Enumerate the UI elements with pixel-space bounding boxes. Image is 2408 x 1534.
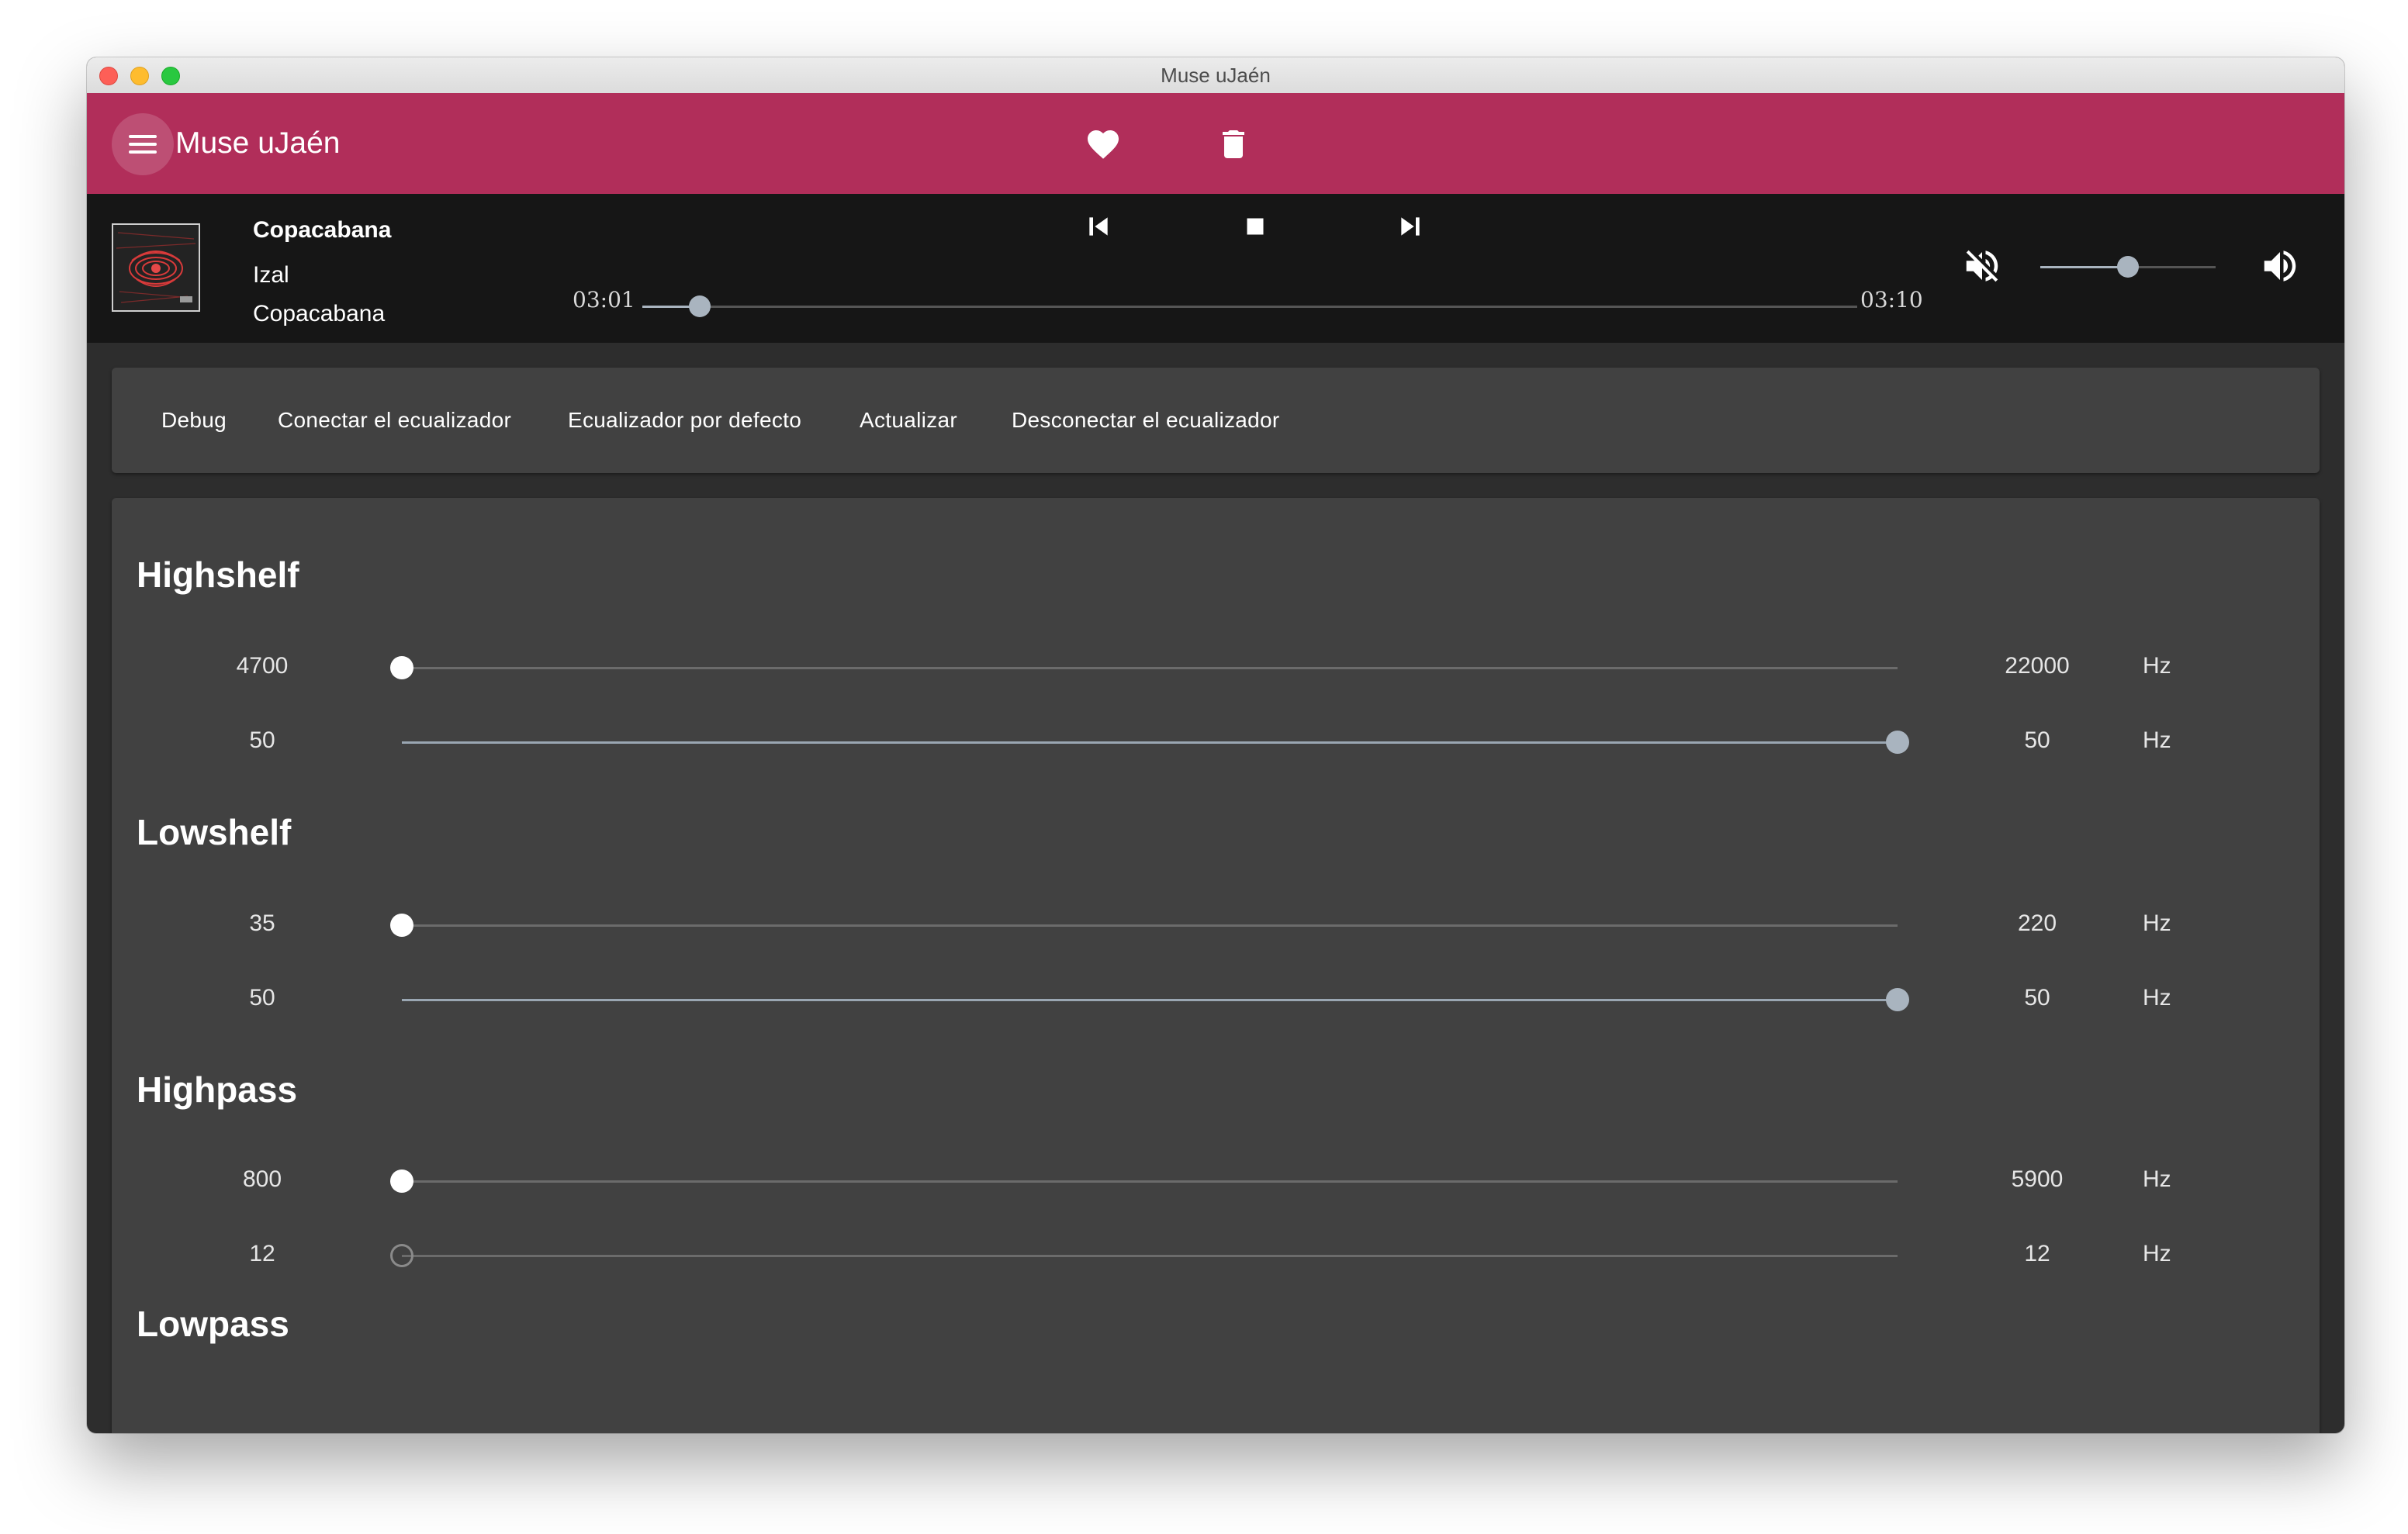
slider-min-value: 50 xyxy=(249,727,275,753)
connect-equalizer-button[interactable]: Conectar el ecualizador xyxy=(278,368,511,473)
slider-max-value: 5900 xyxy=(2011,1166,2064,1192)
slider-max-value: 50 xyxy=(2024,727,2050,753)
filter-slider-highshelf-gain[interactable] xyxy=(402,731,1909,754)
filter-slider-highpass-frequency[interactable] xyxy=(390,1170,1898,1193)
trash-icon[interactable] xyxy=(1215,126,1252,163)
slider-unit: Hz xyxy=(2143,653,2171,679)
skip-next-icon[interactable] xyxy=(1389,205,1432,248)
song-album: Copacabana xyxy=(253,301,386,326)
update-button[interactable]: Actualizar xyxy=(860,368,957,473)
slider-unit: Hz xyxy=(2143,1241,2171,1266)
slider-unit: Hz xyxy=(2143,1166,2171,1192)
player-bar: Copacabana Izal Copacabana 03:01 03:10 xyxy=(87,194,2344,343)
slider-min-value: 12 xyxy=(249,1241,275,1266)
section-title-highpass: Highpass xyxy=(137,1069,298,1110)
slider-unit: Hz xyxy=(2143,910,2171,936)
app-bar: Muse uJaén xyxy=(87,93,2344,194)
filter-slider-highpass-q[interactable] xyxy=(390,1244,1898,1267)
slider-max-value: 12 xyxy=(2024,1241,2050,1266)
volume-slider[interactable] xyxy=(2040,256,2216,278)
volume-mute-icon[interactable] xyxy=(1961,245,2003,287)
window-title: Muse uJaén xyxy=(1161,64,1271,87)
album-cover xyxy=(112,223,200,312)
total-time: 03:10 xyxy=(1860,287,1923,313)
menu-icon xyxy=(129,135,157,138)
volume-up-icon[interactable] xyxy=(2259,245,2301,287)
slider-thumb[interactable] xyxy=(390,1244,413,1267)
elapsed-time: 03:01 xyxy=(573,287,635,313)
slider-max-value: 220 xyxy=(2017,910,2057,936)
slider-min-value: 50 xyxy=(249,985,275,1011)
slider-min-value: 4700 xyxy=(236,653,289,679)
filter-slider-lowshelf-frequency[interactable] xyxy=(390,914,1898,937)
app-title: Muse uJaén xyxy=(175,126,341,160)
title-bar: Muse uJaén xyxy=(87,57,2344,94)
volume-thumb[interactable] xyxy=(2117,256,2139,278)
song-title: Copacabana xyxy=(253,217,392,243)
slider-unit: Hz xyxy=(2143,985,2171,1011)
section-title-highshelf: Highshelf xyxy=(137,555,299,595)
album-art-image xyxy=(113,225,199,310)
slider-min-value: 35 xyxy=(249,910,275,936)
slider-max-value: 50 xyxy=(2024,985,2050,1011)
filter-slider-highshelf-frequency[interactable] xyxy=(390,656,1898,679)
skip-previous-icon[interactable] xyxy=(1077,205,1120,248)
slider-thumb[interactable] xyxy=(390,1170,413,1193)
equalizer-toolbar: Debug Conectar el ecualizador Ecualizado… xyxy=(112,368,2320,473)
slider-thumb[interactable] xyxy=(1886,731,1909,754)
default-equalizer-button[interactable]: Ecualizador por defecto xyxy=(568,368,801,473)
slider-thumb[interactable] xyxy=(390,914,413,937)
progress-slider[interactable] xyxy=(642,295,1857,317)
slider-min-value: 800 xyxy=(242,1166,282,1192)
stop-icon[interactable] xyxy=(1233,205,1277,248)
app-window: Muse uJaén Muse uJaén Copacabana Izal Co… xyxy=(87,57,2344,1433)
slider-max-value: 22000 xyxy=(2005,653,2070,679)
section-title-lowshelf: Lowshelf xyxy=(137,812,292,852)
menu-button[interactable] xyxy=(112,113,174,175)
volume-fill xyxy=(2040,266,2128,268)
slider-thumb[interactable] xyxy=(1886,988,1909,1011)
progress-thumb[interactable] xyxy=(688,295,711,317)
equalizer-panel: Highshelf 4700 22000 Hz 50 50 Hz Lowshel… xyxy=(112,498,2320,1433)
song-artist: Izal xyxy=(253,262,289,288)
heart-icon[interactable] xyxy=(1085,126,1122,163)
disconnect-equalizer-button[interactable]: Desconectar el ecualizador xyxy=(1012,368,1280,473)
debug-button[interactable]: Debug xyxy=(161,368,227,473)
slider-thumb[interactable] xyxy=(390,656,413,679)
filter-slider-lowshelf-gain[interactable] xyxy=(402,988,1909,1011)
slider-unit: Hz xyxy=(2143,727,2171,753)
section-title-lowpass: Lowpass xyxy=(137,1304,289,1344)
